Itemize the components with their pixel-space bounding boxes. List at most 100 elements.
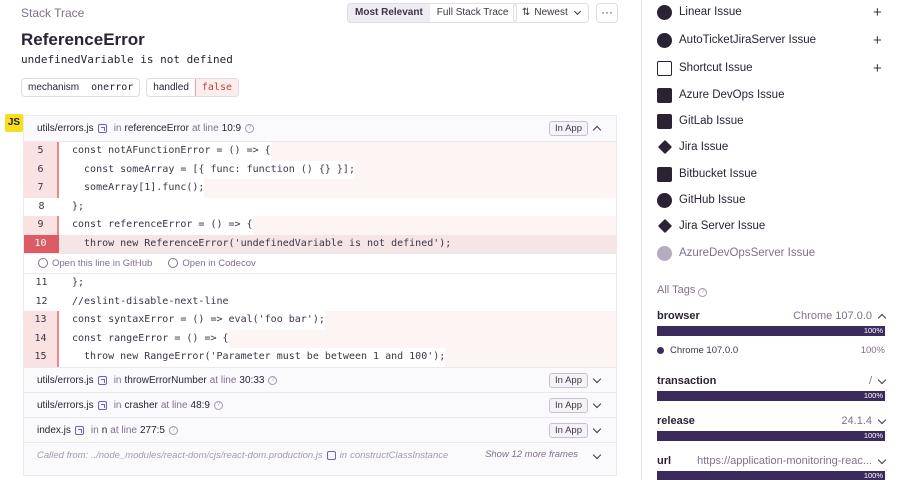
tag-distribution-bar: 100% bbox=[657, 391, 885, 401]
called-from-in-text: in bbox=[339, 450, 348, 461]
code-line: 8}; bbox=[38, 200, 85, 212]
external-link-icon[interactable] bbox=[326, 451, 336, 460]
tag-browser[interactable]: browser Chrome 107.0.0 100% Chrome 107.0… bbox=[657, 308, 887, 356]
show-more-frames-button[interactable]: Show 12 more frames bbox=[485, 449, 578, 460]
external-link-icon[interactable] bbox=[97, 376, 107, 385]
integration-label: Shortcut Issue bbox=[679, 62, 753, 74]
integration-label: AutoTicketJiraServer Issue bbox=[679, 34, 816, 46]
chip-value: onerror bbox=[91, 82, 134, 93]
more-options-button[interactable]: ··· bbox=[596, 3, 618, 23]
most-relevant-button[interactable]: Most Relevant bbox=[348, 4, 430, 22]
chevron-down-icon[interactable] bbox=[877, 455, 887, 464]
open-in-github-link[interactable]: Open this line in GitHub bbox=[38, 258, 152, 269]
azure-devops-icon bbox=[657, 87, 672, 103]
code-line: 12//eslint-disable-next-line bbox=[35, 295, 229, 307]
external-link-icon[interactable] bbox=[97, 124, 107, 133]
shortcut-icon bbox=[657, 60, 672, 76]
gitlab-icon bbox=[657, 113, 672, 129]
integration-shortcut[interactable]: Shortcut Issue bbox=[657, 59, 753, 77]
frame-line: 48:9 bbox=[190, 400, 210, 411]
add-linear-issue-button[interactable]: + bbox=[873, 5, 882, 20]
chevron-down-icon bbox=[573, 7, 581, 16]
code-line: 13 const syntaxError = () => eval('foo ba… bbox=[24, 311, 616, 330]
frame-in-text: in bbox=[113, 400, 122, 411]
tag-key: url bbox=[657, 455, 672, 467]
tag-distribution-bar: 100% bbox=[657, 431, 885, 441]
frame-filename: utils/errors.js bbox=[37, 123, 94, 134]
tag-distribution-bar: 100% bbox=[657, 326, 885, 336]
tag-transaction[interactable]: transaction / 100% bbox=[657, 373, 887, 401]
chevron-down-icon[interactable] bbox=[592, 450, 602, 460]
chevron-up-icon[interactable] bbox=[592, 125, 602, 135]
sort-dropdown[interactable]: ⇅ Newest bbox=[513, 3, 589, 23]
tag-value: 24.1.4 bbox=[841, 415, 872, 427]
add-autoticket-issue-button[interactable]: + bbox=[873, 33, 882, 48]
info-icon[interactable]: ? bbox=[698, 288, 708, 297]
frame-line: 277:5 bbox=[139, 425, 165, 436]
chevron-down-icon[interactable] bbox=[592, 374, 602, 384]
tag-value: https://application-monitoring-reac... bbox=[697, 455, 872, 467]
external-link-icon[interactable] bbox=[74, 426, 84, 435]
tag-url[interactable]: url https://application-monitoring-reac.… bbox=[657, 453, 887, 480]
code-line: 5 const notAFunctionError = () => { bbox=[24, 142, 616, 161]
github-icon bbox=[38, 258, 48, 268]
frame-at-line-text: at line bbox=[209, 375, 237, 386]
integration-azure-devops-server: AzureDevOpsServer Issue bbox=[657, 244, 815, 262]
github-icon bbox=[657, 192, 672, 208]
add-shortcut-issue-button[interactable]: + bbox=[873, 61, 882, 76]
info-icon[interactable]: ? bbox=[168, 426, 178, 435]
info-icon[interactable]: ? bbox=[214, 401, 223, 410]
tag-key: browser bbox=[657, 310, 700, 322]
integration-bitbucket[interactable]: Bitbucket Issue bbox=[657, 165, 757, 183]
mechanism-chips: mechanism onerror handled false bbox=[21, 78, 239, 97]
integration-azure-devops[interactable]: Azure DevOps Issue bbox=[657, 86, 784, 104]
integration-github[interactable]: GitHub Issue bbox=[657, 191, 745, 209]
integration-label: GitHub Issue bbox=[679, 194, 746, 206]
view-mode-toggle: Most Relevant Full Stack Trace bbox=[347, 3, 517, 23]
integration-jira[interactable]: Jira Issue bbox=[657, 138, 728, 156]
called-from-frame: Called from: ../node_modules/react-dom/c… bbox=[23, 442, 617, 476]
frame-header[interactable]: index.js in n at line 277:5 ? In App bbox=[24, 418, 616, 443]
all-tags-heading: All Tags? bbox=[657, 284, 708, 297]
info-icon[interactable]: ? bbox=[245, 124, 255, 133]
frame-header[interactable]: utils/errors.js in throwErrorNumber at l… bbox=[24, 368, 616, 393]
autoticket-icon bbox=[657, 32, 672, 48]
external-link-icon[interactable] bbox=[97, 401, 107, 410]
frame-filename: index.js bbox=[37, 425, 71, 436]
handled-chip[interactable]: handled false bbox=[146, 78, 239, 97]
frame-function: n bbox=[101, 425, 108, 436]
code-line: 7 someArray[1].func(); bbox=[24, 179, 616, 198]
sort-label: Newest bbox=[534, 7, 568, 18]
tag-release[interactable]: release 24.1.4 100% bbox=[657, 413, 887, 441]
frame-line: 30:33 bbox=[239, 375, 265, 386]
code-line: 14 const rangeError = () => { bbox=[24, 329, 616, 348]
mechanism-chip[interactable]: mechanism onerror bbox=[21, 78, 141, 97]
open-in-codecov-link[interactable]: Open in Codecov bbox=[168, 258, 256, 269]
frame-header[interactable]: utils/errors.js in referenceError at lin… bbox=[24, 116, 616, 141]
chevron-down-icon[interactable] bbox=[877, 375, 887, 384]
integration-linear[interactable]: Linear Issue bbox=[657, 3, 742, 21]
integration-jira-server[interactable]: Jira Server Issue bbox=[657, 217, 765, 235]
full-stack-trace-button[interactable]: Full Stack Trace bbox=[430, 4, 516, 22]
called-from-row[interactable]: Called from: ../node_modules/react-dom/c… bbox=[24, 443, 616, 468]
integration-label: AzureDevOpsServer Issue bbox=[679, 247, 816, 259]
codecov-icon bbox=[168, 258, 179, 268]
chevron-down-icon[interactable] bbox=[877, 415, 887, 424]
integration-autoticket[interactable]: AutoTicketJiraServer Issue bbox=[657, 31, 816, 49]
integration-label: Bitbucket Issue bbox=[679, 168, 757, 180]
sort-icon: ⇅ bbox=[522, 7, 531, 18]
in-app-badge: In App bbox=[549, 423, 588, 438]
frame-header[interactable]: utils/errors.js in crasher at line 48:9 … bbox=[24, 393, 616, 418]
integration-label: Jira Server Issue bbox=[679, 220, 766, 232]
frame-filename: utils/errors.js bbox=[37, 400, 94, 411]
frame-at-line-text: at line bbox=[110, 425, 137, 436]
tag-value-row[interactable]: Chrome 107.0.0 100% bbox=[657, 345, 885, 356]
frame-filename: utils/errors.js bbox=[37, 375, 94, 386]
chevron-down-icon[interactable] bbox=[592, 399, 602, 409]
chevron-up-icon[interactable] bbox=[877, 313, 887, 322]
integration-gitlab[interactable]: GitLab Issue bbox=[657, 112, 744, 130]
info-icon[interactable]: ? bbox=[268, 376, 278, 385]
linear-icon bbox=[657, 4, 672, 20]
chevron-down-icon[interactable] bbox=[592, 424, 602, 434]
code-line: 6 const someArray = [{ func: function ()… bbox=[24, 160, 616, 179]
